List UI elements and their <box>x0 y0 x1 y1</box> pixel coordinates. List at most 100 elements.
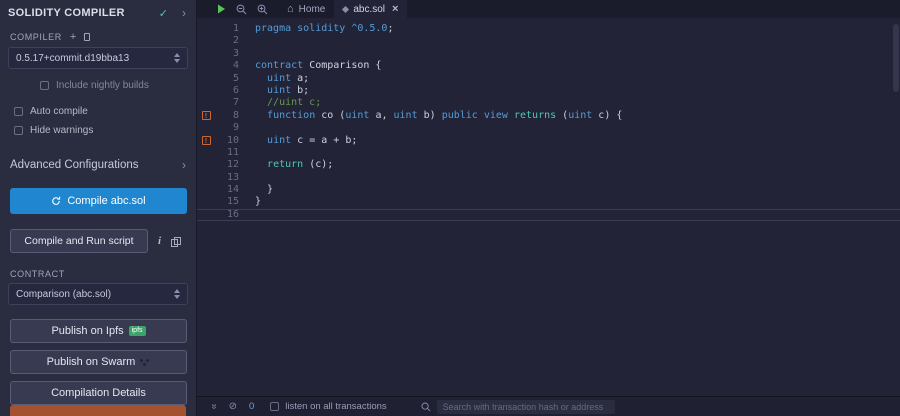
gutter <box>197 122 215 134</box>
hide-warnings-checkbox[interactable] <box>14 126 23 135</box>
code-line[interactable]: ! 10 uint c = a + b; <box>197 135 900 147</box>
run-script-icon[interactable] <box>217 4 226 14</box>
code-line[interactable]: 14 } <box>197 184 900 196</box>
code-text: return (c); <box>267 159 334 171</box>
code-text: contract Comparison { <box>255 60 382 72</box>
code-line[interactable]: 5 uint a; <box>197 73 900 85</box>
auto-compile-label: Auto compile <box>30 106 88 117</box>
hide-warnings-label: Hide warnings <box>30 125 94 136</box>
line-number: 13 <box>226 171 239 183</box>
code-line[interactable]: 12 return (c); <box>197 159 900 171</box>
tab-abc-sol[interactable]: abc.sol × <box>334 0 408 18</box>
nightly-builds-checkbox[interactable] <box>40 81 49 90</box>
code-line[interactable]: 9 <box>197 122 900 134</box>
compile-and-run-button[interactable]: Compile and Run script <box>10 229 148 253</box>
warning-icon[interactable]: ! <box>201 135 211 145</box>
compilation-details-label: Compilation Details <box>51 387 146 399</box>
editor-lines: 1 pragma solidity ^0.5.0; 2 3 4 contract Comp… <box>197 23 900 222</box>
auto-compile-option: Auto compile <box>14 106 188 117</box>
tab-home[interactable]: ⌂ Home <box>278 0 334 18</box>
main-area: ⌂ Home abc.sol × 1 pragma solidity ^0.5.0… <box>197 0 900 416</box>
gutter <box>197 73 215 85</box>
ipfs-badge: ipfs <box>128 326 146 336</box>
code-editor[interactable]: 1 pragma solidity ^0.5.0; 2 3 4 contract Comp… <box>197 18 900 396</box>
gutter <box>197 48 215 60</box>
compiler-version-value: 0.5.17+commit.d19bba13 <box>16 52 130 64</box>
code-line[interactable]: 11 <box>197 147 900 159</box>
code-line[interactable]: 16 <box>197 208 900 222</box>
contract-select[interactable]: Comparison (abc.sol) <box>8 283 188 305</box>
zoom-out-icon[interactable] <box>236 4 247 15</box>
chevron-right-icon: › <box>182 158 186 172</box>
editor-topbar: ⌂ Home abc.sol × <box>197 0 900 18</box>
compile-success-icon: ✓ <box>158 7 168 20</box>
gutter <box>197 35 215 47</box>
warning-icon[interactable]: ! <box>201 110 211 120</box>
file-icon[interactable] <box>84 33 91 41</box>
copy-icon[interactable] <box>171 236 182 247</box>
close-tab-icon[interactable]: × <box>392 3 398 15</box>
line-number: 1 <box>232 23 239 34</box>
remix-ide: SOLIDITY COMPILER ✓ › COMPILER + 0.5.17+… <box>0 0 900 416</box>
tab-abc-sol-label: abc.sol <box>353 3 386 15</box>
code-line[interactable]: 13 <box>197 172 900 184</box>
line-number: 2 <box>232 35 239 47</box>
zoom-in-icon[interactable] <box>257 4 268 15</box>
clear-console-icon[interactable]: ⊘ <box>229 401 237 412</box>
transaction-search-input[interactable] <box>436 399 615 414</box>
editor-scrollbar[interactable] <box>893 24 899 92</box>
line-number: 10 <box>226 134 239 146</box>
compiler-version-select[interactable]: 0.5.17+commit.d19bba13 <box>8 47 188 69</box>
code-text: pragma solidity ^0.5.0; <box>255 23 394 34</box>
add-compiler-icon[interactable]: + <box>70 31 76 42</box>
auto-compile-checkbox[interactable] <box>14 107 23 116</box>
publish-swarm-button[interactable]: Publish on Swarm <box>10 350 187 374</box>
gutter: ! <box>197 110 215 122</box>
code-line[interactable]: 2 <box>197 35 900 47</box>
gutter <box>197 147 215 159</box>
code-line[interactable]: 4 contract Comparison { <box>197 60 900 72</box>
chevron-right-icon[interactable]: › <box>182 6 186 20</box>
contract-select-value: Comparison (abc.sol) <box>16 288 112 300</box>
code-text: } <box>255 184 274 196</box>
line-number: 5 <box>232 72 239 84</box>
compile-button-label: Compile abc.sol <box>67 195 146 207</box>
gutter <box>197 97 215 109</box>
gutter <box>197 184 215 196</box>
refresh-icon <box>52 196 61 205</box>
code-text: uint c = a + b; <box>267 134 358 146</box>
code-line[interactable]: ! 8 function co (uint a, uint b) public v… <box>197 110 900 122</box>
compiler-section-header: COMPILER + <box>0 24 196 45</box>
line-number: 16 <box>226 208 239 220</box>
code-text: uint a; <box>267 72 310 84</box>
transaction-count-badge: 0 <box>248 401 255 412</box>
gutter: ! <box>197 135 215 147</box>
compile-run-row: Compile and Run script i <box>10 229 186 253</box>
gutter <box>197 23 215 35</box>
compilation-details-button[interactable]: Compilation Details <box>10 381 187 405</box>
gutter <box>197 172 215 184</box>
listen-transactions-checkbox[interactable] <box>270 402 280 411</box>
contract-section-header: CONTRACT <box>0 253 196 281</box>
info-icon[interactable]: i <box>158 235 161 247</box>
line-number: 8 <box>232 109 239 121</box>
line-number: 12 <box>226 159 239 171</box>
compile-and-run-label: Compile and Run script <box>24 235 134 247</box>
advanced-configurations-toggle[interactable]: Advanced Configurations › <box>0 158 196 172</box>
panel-header: SOLIDITY COMPILER ✓ › <box>0 0 196 24</box>
nightly-builds-option: Include nightly builds <box>40 80 188 91</box>
compile-button[interactable]: Compile abc.sol <box>10 188 187 214</box>
code-line[interactable]: 7 //uint c; <box>197 97 900 109</box>
select-arrows-icon <box>174 53 180 63</box>
partial-bottom-button[interactable] <box>10 405 186 416</box>
line-number: 14 <box>226 184 239 196</box>
code-line[interactable]: 15} <box>197 196 900 208</box>
code-line[interactable]: 3 <box>197 48 900 60</box>
publish-ipfs-button[interactable]: Publish on Ipfs ipfs <box>10 319 187 343</box>
expand-terminal-icon[interactable]: » <box>208 404 219 410</box>
code-line[interactable]: 6 uint b; <box>197 85 900 97</box>
gutter <box>197 159 215 171</box>
panel-title: SOLIDITY COMPILER <box>8 7 125 19</box>
code-line[interactable]: 1 pragma solidity ^0.5.0; <box>197 23 900 35</box>
code-text: //uint c; <box>255 97 322 109</box>
